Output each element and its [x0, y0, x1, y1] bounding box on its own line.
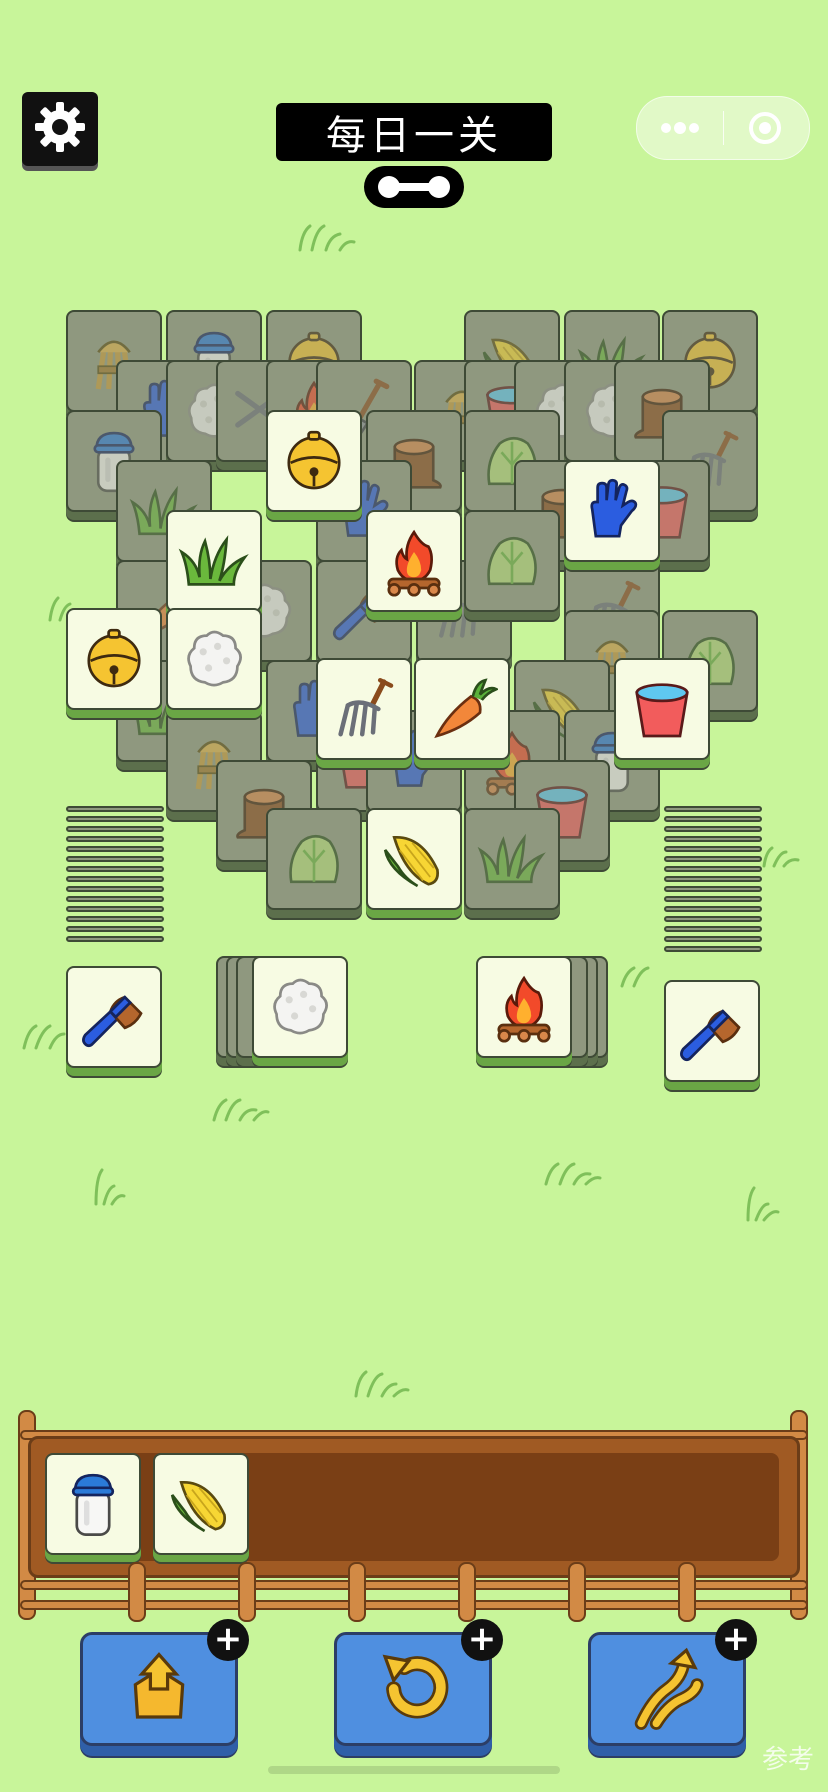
- fence-post: [128, 1562, 146, 1622]
- move-out-icon: [133, 1652, 185, 1719]
- add-move-out-badge[interactable]: +: [207, 1619, 249, 1661]
- move-out-button[interactable]: +: [80, 1619, 249, 1746]
- shuffle-icon: [634, 1647, 704, 1730]
- shuffle-button[interactable]: +: [588, 1619, 757, 1746]
- add-shuffle-badge[interactable]: +: [715, 1619, 757, 1661]
- fence-post: [238, 1562, 256, 1622]
- tray: [28, 1436, 800, 1578]
- watermark: 参考: [761, 1745, 814, 1775]
- undo-button[interactable]: +: [334, 1619, 503, 1746]
- tray-slot-milk-jar: [45, 1453, 141, 1555]
- add-undo-badge[interactable]: +: [461, 1619, 503, 1661]
- home-indicator: [268, 1766, 560, 1774]
- fence-post: [568, 1562, 586, 1622]
- tray-area: [0, 0, 828, 1792]
- fence-post: [678, 1562, 696, 1622]
- tray-slot-corn: [153, 1453, 249, 1555]
- fence-post: [348, 1562, 366, 1622]
- undo-icon: [382, 1654, 449, 1719]
- fence-post: [458, 1562, 476, 1622]
